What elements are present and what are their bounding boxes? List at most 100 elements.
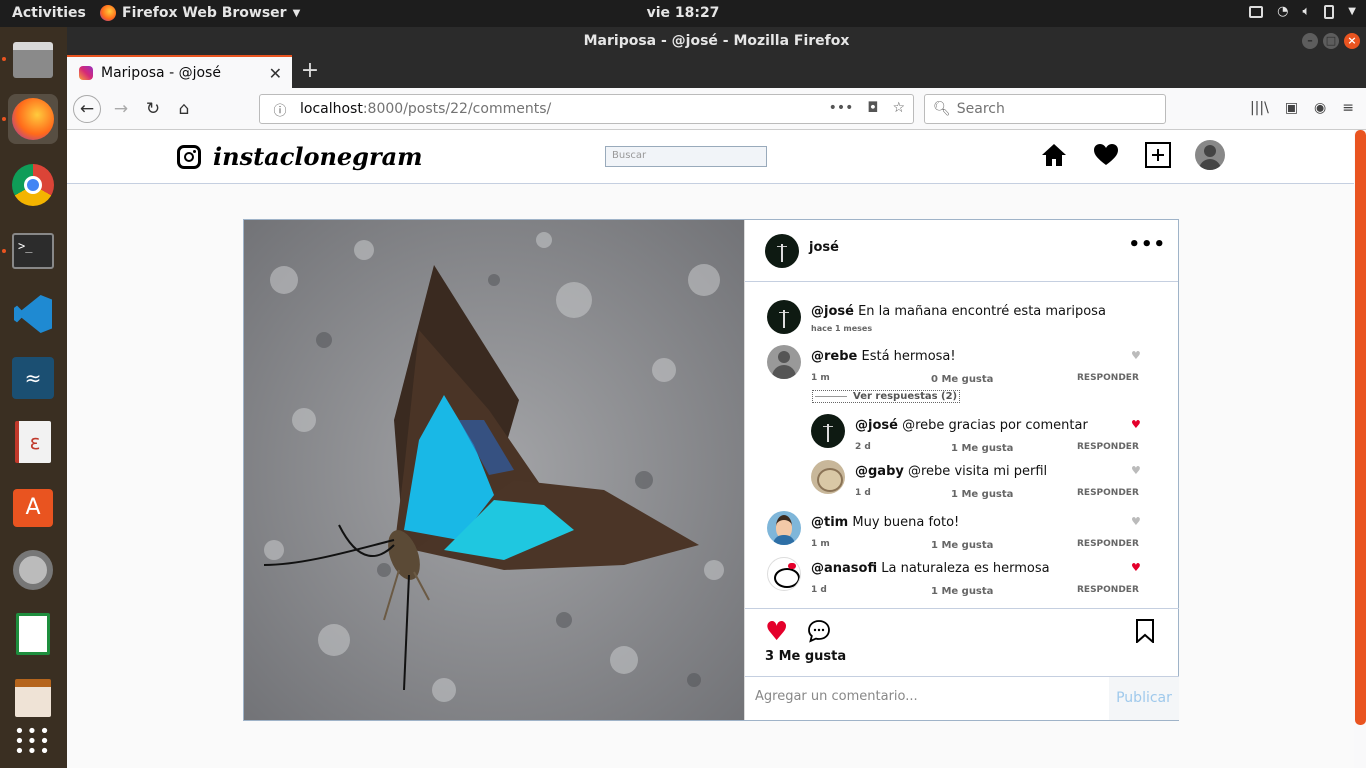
show-applications-icon[interactable]: ••• ••• •••	[8, 717, 58, 767]
vscode-icon[interactable]	[8, 289, 58, 339]
hamburger-menu-icon[interactable]: ≡	[1342, 100, 1354, 116]
home-icon[interactable]	[1039, 140, 1069, 170]
instagram-favicon-icon	[79, 65, 93, 80]
library-icon[interactable]: |||\	[1250, 100, 1269, 116]
clock[interactable]: vie 18:27	[647, 5, 720, 21]
caption-user[interactable]: @josé	[811, 304, 854, 319]
comment-likes[interactable]: 1 Me gusta	[931, 586, 993, 597]
bookmark-icon[interactable]	[1135, 619, 1155, 647]
reply-time: 2 d	[855, 442, 871, 452]
reply-user[interactable]: @gaby	[855, 464, 904, 479]
bookmark-star-icon[interactable]: ☆	[892, 100, 905, 116]
page-actions-icon[interactable]: •••	[829, 100, 854, 116]
reply-like-icon[interactable]: ♥	[1131, 418, 1141, 431]
reply-avatar[interactable]	[811, 414, 845, 448]
firefox-dock-icon[interactable]	[8, 94, 58, 144]
close-tab-icon[interactable]: ✕	[269, 64, 282, 83]
reply-button[interactable]: RESPONDER	[1077, 373, 1139, 383]
maximize-button[interactable]: □	[1323, 33, 1339, 49]
view-replies-label: Ver respuestas (2)	[853, 391, 958, 402]
account-icon[interactable]: ◉	[1314, 100, 1326, 116]
ubuntu-software-icon[interactable]: A	[8, 483, 58, 533]
chrome-icon[interactable]	[8, 160, 58, 210]
back-button[interactable]: ←	[73, 95, 101, 123]
running-indicator	[2, 117, 6, 121]
more-options-icon[interactable]: •••	[1128, 234, 1166, 255]
comment-avatar[interactable]	[767, 511, 801, 545]
firefox-window: Mariposa - @josé - Mozilla Firefox – □ ×…	[67, 27, 1366, 768]
mysql-workbench-icon[interactable]: ≈	[8, 353, 58, 403]
view-replies-button[interactable]: Ver respuestas (2)	[812, 390, 961, 403]
post-author[interactable]: josé	[809, 240, 839, 255]
site-info-icon[interactable]: ⓘ	[260, 100, 300, 119]
add-comment-form: Agregar un comentario... Publicar	[745, 676, 1179, 720]
minimize-button[interactable]: –	[1302, 33, 1318, 49]
activities-button[interactable]: Activities	[12, 5, 86, 21]
firefox-icon	[100, 5, 116, 21]
likes-count[interactable]: 3 Me gusta	[765, 649, 846, 664]
comment-user[interactable]: @rebe	[811, 349, 857, 364]
document-viewer-icon[interactable]: ε	[8, 417, 58, 467]
chevron-down-icon[interactable]: ▼	[1348, 6, 1356, 17]
home-button[interactable]: ⌂	[170, 95, 198, 123]
reply-button[interactable]: RESPONDER	[1077, 488, 1139, 498]
reply-likes[interactable]: 1 Me gusta	[951, 443, 1013, 454]
text-editor-icon[interactable]	[8, 673, 58, 723]
reply-button[interactable]: RESPONDER	[1077, 585, 1139, 595]
sidebar-icon[interactable]: ▣	[1285, 100, 1298, 116]
keyboard-icon[interactable]	[1249, 5, 1264, 18]
post-actions: ♥ 3 Me gusta	[745, 608, 1179, 676]
search-bar[interactable]: 🔍︎ Search	[924, 94, 1166, 124]
caption-avatar[interactable]	[767, 300, 801, 334]
window-titlebar[interactable]: Mariposa - @josé - Mozilla Firefox – □ ×	[67, 27, 1366, 55]
tab-mariposa[interactable]: Mariposa - @josé ✕	[67, 55, 292, 88]
search-icon: 🔍︎	[933, 101, 951, 117]
profile-avatar[interactable]	[1195, 140, 1225, 170]
reply-button[interactable]: RESPONDER	[1077, 442, 1139, 452]
battery-icon[interactable]	[1324, 4, 1335, 19]
reply-user[interactable]: @josé	[855, 418, 898, 433]
volume-icon[interactable]: 🔈︎	[1302, 4, 1310, 19]
reply-like-icon[interactable]: ♥	[1131, 464, 1141, 477]
heart-icon[interactable]	[1091, 140, 1121, 170]
pocket-icon[interactable]: ◘	[867, 100, 878, 116]
comment-like-icon[interactable]: ♥	[1131, 349, 1141, 362]
reply-likes[interactable]: 1 Me gusta	[951, 489, 1013, 500]
comment-user[interactable]: @tim	[811, 515, 848, 530]
add-comment-input[interactable]: Agregar un comentario...	[745, 677, 1109, 720]
page-scrollbar[interactable]	[1355, 130, 1366, 725]
author-avatar[interactable]	[765, 234, 799, 268]
publish-button[interactable]: Publicar	[1109, 677, 1179, 720]
comment-user[interactable]: @anasofi	[811, 561, 877, 576]
files-icon[interactable]	[8, 35, 58, 85]
reply-avatar[interactable]	[811, 460, 845, 494]
add-post-icon[interactable]	[1143, 140, 1173, 170]
system-tray[interactable]: ◔ 🔈︎ ▼	[1249, 4, 1356, 19]
ig-search-input[interactable]: Buscar	[605, 146, 767, 167]
reply-button[interactable]: RESPONDER	[1077, 539, 1139, 549]
comment-bubble-icon[interactable]	[807, 619, 831, 647]
forward-button[interactable]: →	[107, 95, 135, 123]
dock: >_ ≈ ε A ••• ••• •••	[0, 27, 67, 768]
ig-logo[interactable]: instaclonegram	[177, 142, 423, 171]
comment-avatar[interactable]	[767, 557, 801, 591]
app-menu[interactable]: Firefox Web Browser ▼	[100, 5, 300, 21]
comment-avatar[interactable]	[767, 345, 801, 379]
settings-icon[interactable]	[8, 545, 58, 595]
reload-button[interactable]: ↻	[139, 95, 167, 123]
terminal-icon[interactable]: >_	[8, 226, 58, 276]
comment-like-icon[interactable]: ♥	[1131, 515, 1141, 528]
comment-like-icon[interactable]: ♥	[1131, 561, 1141, 574]
close-window-button[interactable]: ×	[1344, 33, 1360, 49]
wifi-icon[interactable]: ◔	[1277, 4, 1288, 19]
spreadsheet-icon[interactable]	[8, 609, 58, 659]
post-header: josé •••	[745, 220, 1178, 282]
url-bar[interactable]: ⓘ localhost:8000/posts/22/comments/ ••• …	[259, 94, 914, 124]
comment-likes[interactable]: 1 Me gusta	[931, 540, 993, 551]
instagram-camera-icon	[177, 144, 201, 169]
comment-text: Muy buena foto!	[852, 515, 960, 530]
like-heart-icon[interactable]: ♥	[765, 619, 788, 645]
new-tab-button[interactable]: +	[297, 58, 323, 83]
comment-likes[interactable]: 0 Me gusta	[931, 374, 993, 385]
post-photo[interactable]	[244, 220, 744, 720]
